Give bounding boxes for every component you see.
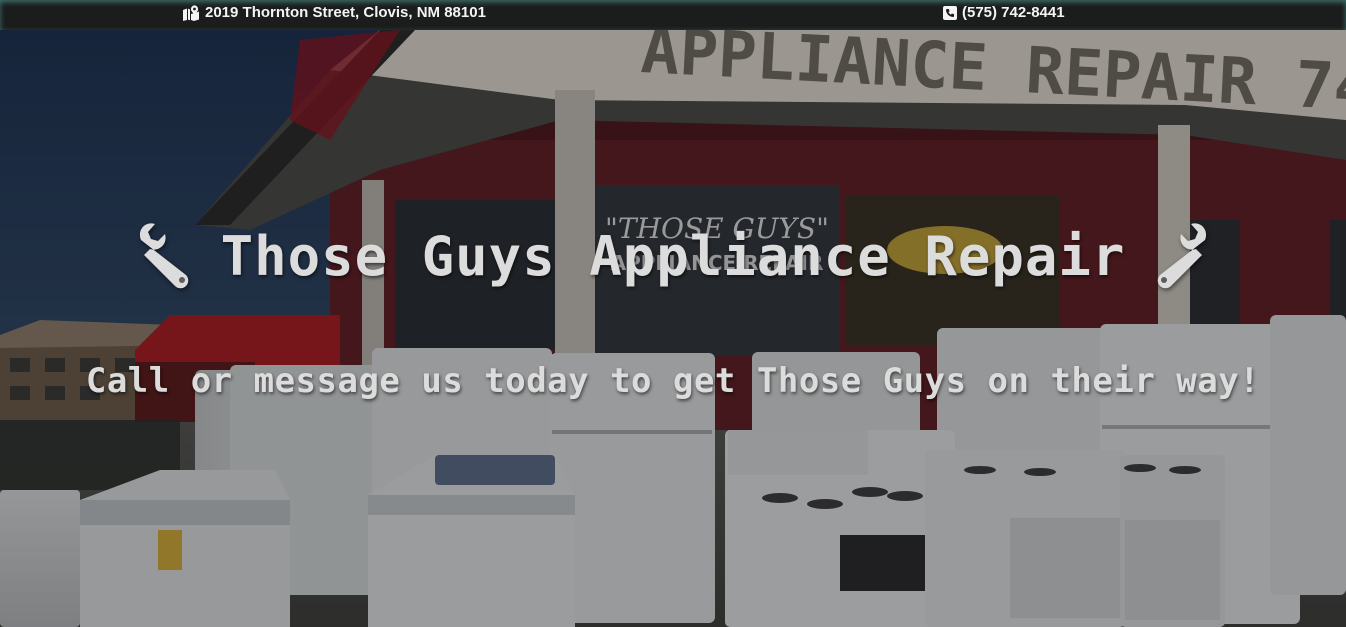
wrench-icon bbox=[135, 222, 203, 290]
hero-title: Those Guys Appliance Repair bbox=[0, 222, 1346, 290]
address-link[interactable]: 2019 Thornton Street, Clovis, NM 88101 bbox=[182, 4, 486, 22]
hero-dark-overlay bbox=[0, 30, 1346, 627]
map-marked-icon bbox=[182, 5, 200, 21]
hero-section: "THOSE GUYS" APPLIANCE REPAIR APPLIANCE … bbox=[0, 30, 1346, 627]
hero-title-text: Those Guys Appliance Repair bbox=[220, 224, 1126, 288]
phone-square-icon bbox=[943, 6, 957, 20]
wrench-icon bbox=[1143, 222, 1211, 290]
address-text: 2019 Thornton Street, Clovis, NM 88101 bbox=[205, 4, 486, 21]
phone-link[interactable]: (575) 742-8441 bbox=[943, 4, 1065, 22]
hero-tagline: Call or message us today to get Those Gu… bbox=[85, 361, 1261, 401]
phone-text: (575) 742-8441 bbox=[962, 4, 1065, 21]
top-info-bar: 2019 Thornton Street, Clovis, NM 88101 (… bbox=[0, 0, 1346, 30]
page: 2019 Thornton Street, Clovis, NM 88101 (… bbox=[0, 0, 1346, 627]
